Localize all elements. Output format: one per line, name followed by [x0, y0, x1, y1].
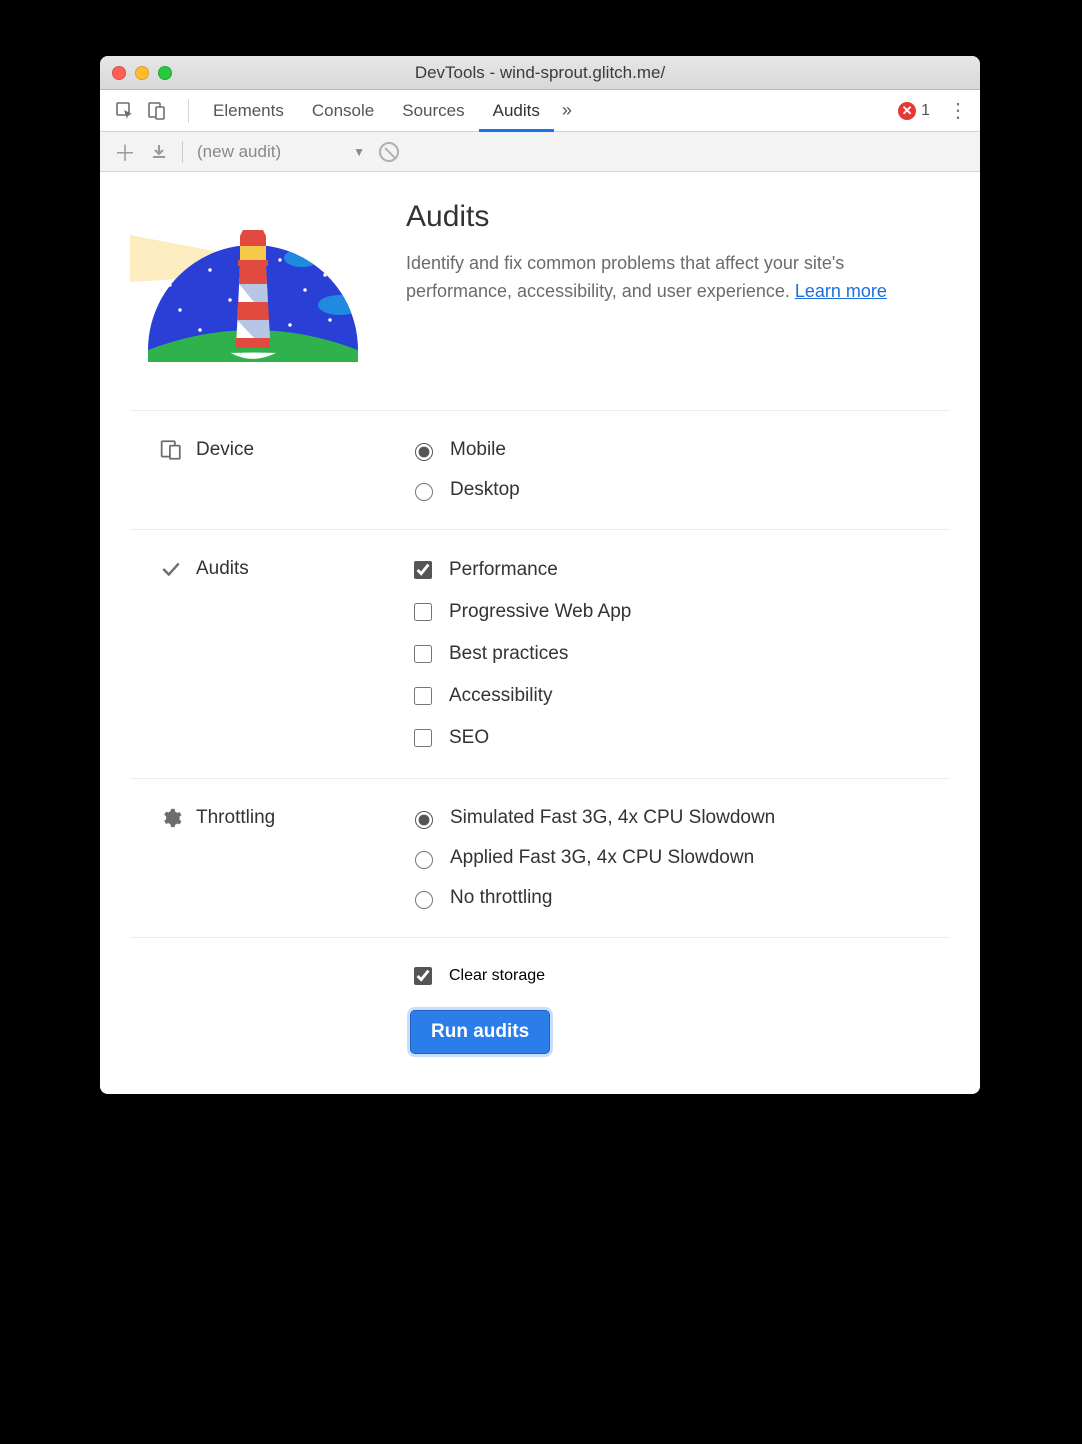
sub-separator: [182, 141, 183, 163]
throttle-none-radio[interactable]: [415, 891, 433, 909]
device-icon: [160, 439, 182, 461]
section-throttling: Throttling Simulated Fast 3G, 4x CPU Slo…: [130, 778, 950, 937]
audit-pwa-label: Progressive Web App: [449, 601, 631, 623]
section-audits: Audits Performance Progressive Web App B…: [130, 529, 950, 778]
throttle-applied-label: Applied Fast 3G, 4x CPU Slowdown: [450, 847, 754, 869]
audit-accessibility-option[interactable]: Accessibility: [410, 684, 950, 708]
audits-label-text: Audits: [196, 558, 249, 580]
audit-selector-dropdown[interactable]: (new audit) ▼: [197, 142, 365, 162]
throttle-simulated-label: Simulated Fast 3G, 4x CPU Slowdown: [450, 807, 775, 829]
audit-selector-label: (new audit): [197, 142, 281, 162]
audit-seo-label: SEO: [449, 727, 489, 749]
lighthouse-illustration: [130, 200, 376, 370]
audit-seo-checkbox[interactable]: [414, 729, 432, 747]
section-device-label: Device: [130, 439, 410, 501]
tab-audits[interactable]: Audits: [479, 90, 554, 131]
device-mobile-radio[interactable]: [415, 443, 433, 461]
learn-more-link[interactable]: Learn more: [795, 281, 887, 301]
settings-menu-icon[interactable]: ⋮: [944, 98, 972, 123]
audits-panel: Audits Identify and fix common problems …: [100, 172, 980, 1094]
throttle-applied-option[interactable]: Applied Fast 3G, 4x CPU Slowdown: [410, 847, 950, 869]
clear-storage-option[interactable]: Clear storage: [410, 964, 950, 988]
audit-best-practices-label: Best practices: [449, 643, 568, 665]
window-title: DevTools - wind-sprout.glitch.me/: [100, 63, 980, 83]
clear-icon[interactable]: [379, 142, 399, 162]
hero-text: Audits Identify and fix common problems …: [406, 200, 950, 306]
audit-toolbar: ＋ (new audit) ▼: [100, 132, 980, 172]
device-mobile-label: Mobile: [450, 439, 506, 461]
audit-seo-option[interactable]: SEO: [410, 726, 950, 750]
audit-performance-checkbox[interactable]: [414, 561, 432, 579]
run-audits-button[interactable]: Run audits: [410, 1010, 550, 1054]
hero-description: Identify and fix common problems that af…: [406, 250, 950, 306]
audit-accessibility-label: Accessibility: [449, 685, 552, 707]
audit-pwa-checkbox[interactable]: [414, 603, 432, 621]
toolbar-separator: [188, 99, 189, 123]
throttle-none-option[interactable]: No throttling: [410, 887, 950, 909]
tab-sources[interactable]: Sources: [388, 90, 478, 131]
throttling-label-text: Throttling: [196, 807, 275, 829]
titlebar: DevTools - wind-sprout.glitch.me/: [100, 56, 980, 90]
section-device: Device Mobile Desktop: [130, 410, 950, 529]
device-desktop-label: Desktop: [450, 479, 520, 501]
error-count[interactable]: ✕ 1: [898, 102, 930, 120]
device-label-text: Device: [196, 439, 254, 461]
minimize-window-button[interactable]: [135, 66, 149, 80]
tab-elements[interactable]: Elements: [199, 90, 298, 131]
inspect-element-icon[interactable]: [114, 100, 136, 122]
gear-icon: [160, 807, 182, 829]
throttle-applied-radio[interactable]: [415, 851, 433, 869]
hero-description-text: Identify and fix common problems that af…: [406, 253, 844, 301]
section-throttling-label: Throttling: [130, 807, 410, 909]
hero: Audits Identify and fix common problems …: [130, 200, 950, 410]
panel-tabs: Elements Console Sources Audits: [199, 90, 554, 131]
section-footer: Clear storage Run audits: [130, 937, 950, 1054]
hero-title: Audits: [406, 200, 950, 234]
toggle-device-icon[interactable]: [146, 100, 168, 122]
download-icon[interactable]: [150, 143, 168, 161]
main-toolbar: Elements Console Sources Audits » ✕ 1 ⋮: [100, 90, 980, 132]
new-audit-icon[interactable]: ＋: [114, 136, 136, 168]
check-icon: [160, 558, 182, 580]
throttle-none-label: No throttling: [450, 887, 552, 909]
throttle-simulated-radio[interactable]: [415, 811, 433, 829]
section-audits-label: Audits: [130, 558, 410, 750]
window-controls: [112, 66, 172, 80]
audit-performance-option[interactable]: Performance: [410, 558, 950, 582]
audit-pwa-option[interactable]: Progressive Web App: [410, 600, 950, 624]
audit-best-practices-checkbox[interactable]: [414, 645, 432, 663]
throttle-simulated-option[interactable]: Simulated Fast 3G, 4x CPU Slowdown: [410, 807, 950, 829]
clear-storage-checkbox[interactable]: [414, 967, 432, 985]
error-icon: ✕: [898, 102, 916, 120]
close-window-button[interactable]: [112, 66, 126, 80]
error-count-value: 1: [921, 102, 930, 120]
tab-console[interactable]: Console: [298, 90, 388, 131]
zoom-window-button[interactable]: [158, 66, 172, 80]
audit-performance-label: Performance: [449, 559, 558, 581]
audit-accessibility-checkbox[interactable]: [414, 687, 432, 705]
devtools-window: DevTools - wind-sprout.glitch.me/ Elemen…: [100, 56, 980, 1094]
device-desktop-option[interactable]: Desktop: [410, 479, 950, 501]
chevron-down-icon: ▼: [353, 145, 365, 159]
audit-best-practices-option[interactable]: Best practices: [410, 642, 950, 666]
clear-storage-label: Clear storage: [449, 967, 545, 985]
more-tabs-icon[interactable]: »: [562, 100, 572, 121]
device-mobile-option[interactable]: Mobile: [410, 439, 950, 461]
device-desktop-radio[interactable]: [415, 483, 433, 501]
